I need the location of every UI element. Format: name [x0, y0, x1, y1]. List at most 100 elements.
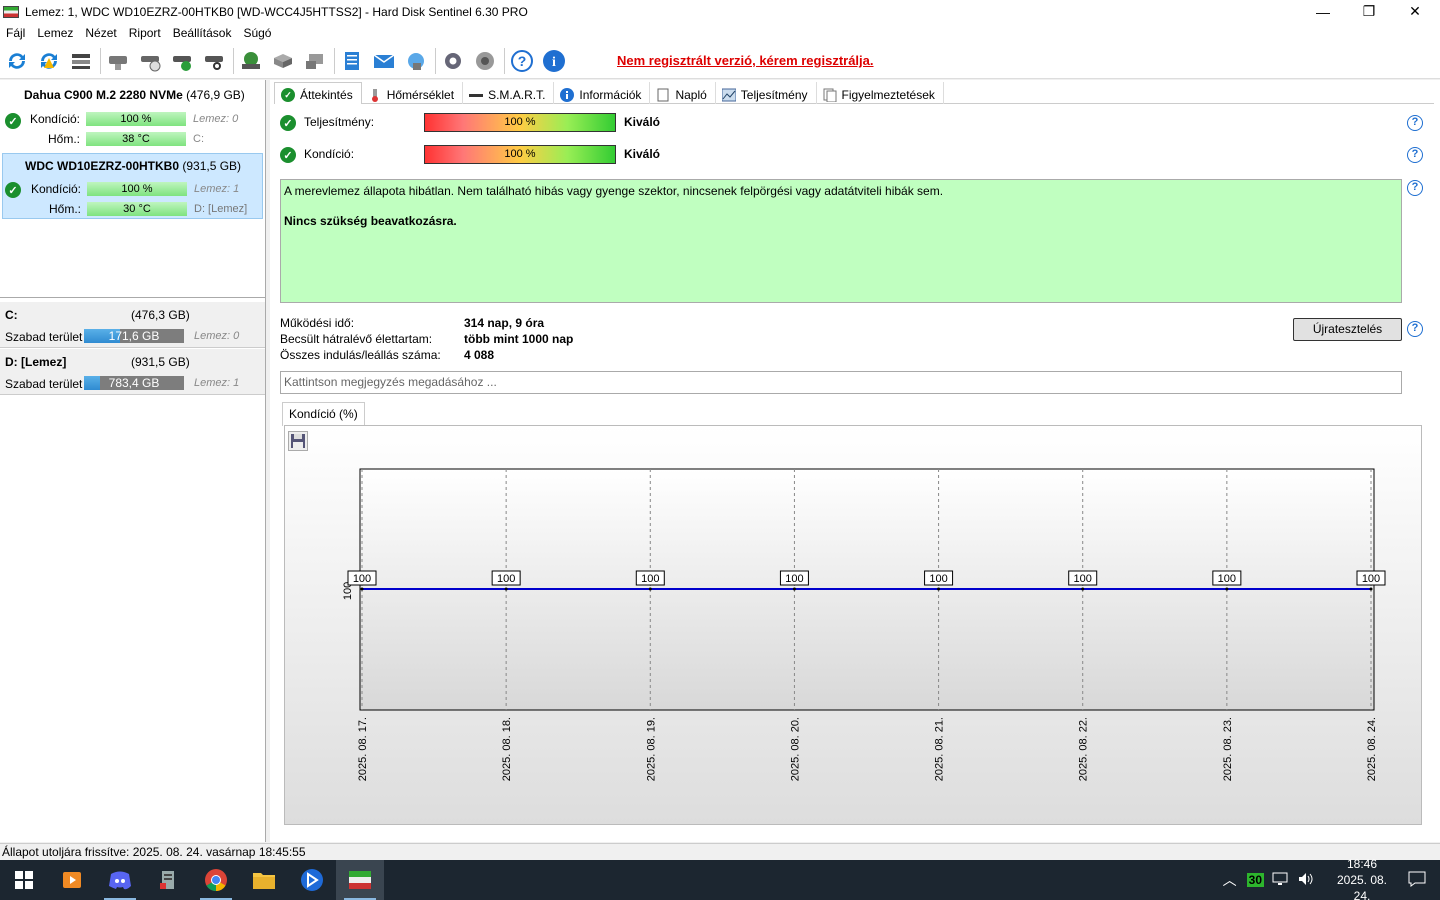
- thermometer-icon: [368, 88, 382, 102]
- mail-icon[interactable]: [371, 48, 397, 74]
- toolbar: ? i Nem regisztrált verzió, kérem regisz…: [0, 43, 1440, 79]
- tray-badge[interactable]: 30: [1246, 873, 1264, 887]
- close-button[interactable]: ✕: [1392, 0, 1438, 23]
- free-space-value: 783,4 GB: [108, 376, 160, 390]
- uptime-label: Működési idő:: [280, 316, 355, 330]
- volume-size: (476,3 GB): [131, 308, 190, 322]
- document-icon: [656, 88, 670, 102]
- disk-list-icon[interactable]: [68, 48, 94, 74]
- menu-settings[interactable]: Beállítások: [167, 26, 238, 40]
- help-icon[interactable]: ?: [509, 48, 535, 74]
- volume-size: (931,5 GB): [131, 355, 190, 369]
- unregistered-link[interactable]: Nem regisztrált verzió, kérem regisztrál…: [617, 53, 874, 68]
- temp-bar: 38 °C: [86, 132, 186, 146]
- report-icon[interactable]: [339, 48, 365, 74]
- info-icon[interactable]: i: [541, 48, 567, 74]
- web-report-icon[interactable]: [403, 48, 429, 74]
- help-icon[interactable]: ?: [1407, 180, 1423, 196]
- save-icon[interactable]: [288, 431, 308, 451]
- data-label: 100: [929, 573, 947, 585]
- menu-view[interactable]: Nézet: [79, 26, 122, 40]
- chevron-up-icon[interactable]: ︿: [1223, 870, 1237, 890]
- data-point: [360, 587, 364, 591]
- tab-performance[interactable]: Teljesítmény: [716, 82, 817, 104]
- note-input[interactable]: Kattintson megjegyzés megadásához ...: [280, 371, 1402, 394]
- refresh-icon[interactable]: [4, 48, 30, 74]
- free-space-label: Szabad terület: [5, 330, 83, 344]
- system-tray: ︿ 30 18:46 2025. 08. 24.: [1223, 857, 1440, 900]
- title-bar: Lemez: 1, WDC WD10EZRZ-00HTKB0 [WD-WCC4J…: [0, 0, 1440, 23]
- health-bar: 100 %: [424, 145, 616, 164]
- data-point: [1369, 587, 1373, 591]
- main-panel: ✓ Áttekintés Hőmérséklet S.M.A.R.T. Infor…: [270, 80, 1440, 842]
- status-bar: Állapot utoljára frissítve: 2025. 08. 24…: [0, 843, 1440, 860]
- x-tick-label: 2025. 08. 19.: [645, 717, 657, 781]
- discord-icon[interactable]: [96, 860, 144, 900]
- app-icon: [3, 5, 19, 18]
- drive-search-icon[interactable]: [201, 48, 227, 74]
- drive-clock-icon[interactable]: [137, 48, 163, 74]
- tab-alerts[interactable]: Figyelmeztetések: [817, 82, 944, 104]
- file-explorer-icon[interactable]: [240, 860, 288, 900]
- maximize-button[interactable]: ❐: [1346, 0, 1392, 23]
- free-space-bar: 783,4 GB: [84, 376, 184, 390]
- disk-item-1[interactable]: WDC WD10EZRZ-00HTKB0 (931,5 GB) ✓ Kondíc…: [2, 153, 263, 219]
- help-icon[interactable]: ?: [1407, 147, 1423, 163]
- chrome-icon[interactable]: [192, 860, 240, 900]
- menu-file[interactable]: Fájl: [0, 26, 31, 40]
- menu-report[interactable]: Riport: [123, 26, 167, 40]
- tab-label: Napló: [675, 87, 707, 102]
- app-icon-blue[interactable]: [288, 860, 336, 900]
- tab-temperature[interactable]: Hőmérséklet: [362, 82, 464, 104]
- left-panel: Dahua C900 M.2 2280 NVMe (476,9 GB) ✓ Ko…: [0, 80, 266, 842]
- svg-text:i: i: [552, 55, 556, 70]
- drive-check-icon[interactable]: [169, 48, 195, 74]
- performance-bar: 100 %: [424, 113, 616, 132]
- notification-icon[interactable]: [1408, 871, 1426, 890]
- menu-help[interactable]: Súgó: [237, 26, 277, 40]
- tab-overview[interactable]: ✓ Áttekintés: [274, 82, 362, 104]
- drive-icon[interactable]: [105, 48, 131, 74]
- tab-label: Figyelmeztetések: [841, 87, 935, 102]
- health-rating: Kiváló: [624, 147, 661, 161]
- clock[interactable]: 18:46 2025. 08. 24.: [1328, 856, 1396, 900]
- disk-item-0[interactable]: Dahua C900 M.2 2280 NVMe (476,9 GB) ✓ Ko…: [2, 83, 263, 149]
- data-point: [1081, 587, 1085, 591]
- gear-icon[interactable]: [440, 48, 466, 74]
- refresh-warning-icon[interactable]: [36, 48, 62, 74]
- media-player-icon[interactable]: [48, 860, 96, 900]
- toolbar-separator: [435, 47, 436, 74]
- globe-drive-icon[interactable]: [238, 48, 264, 74]
- data-label: 100: [785, 573, 803, 585]
- chart-tab-condition[interactable]: Kondíció (%): [282, 402, 365, 426]
- volume-icon[interactable]: [1298, 872, 1314, 889]
- server-app-icon[interactable]: [144, 860, 192, 900]
- alerts-icon: [823, 88, 837, 102]
- data-label: 100: [641, 573, 659, 585]
- chart-icon: [721, 88, 737, 102]
- retest-button[interactable]: Újratesztelés: [1293, 318, 1402, 341]
- temp-bar: 30 °C: [87, 202, 187, 216]
- server-icon[interactable]: [270, 48, 296, 74]
- volume-item-1[interactable]: D: [Lemez] (931,5 GB) Szabad terület 783…: [0, 349, 265, 395]
- data-point: [1225, 587, 1229, 591]
- minimize-button[interactable]: —: [1300, 0, 1346, 23]
- tab-information[interactable]: Információk: [554, 82, 651, 104]
- disk-name: WDC WD10EZRZ-00HTKB0: [25, 159, 180, 173]
- menu-disk[interactable]: Lemez: [31, 26, 79, 40]
- help-icon[interactable]: ?: [1407, 115, 1423, 131]
- menu-bar: Fájl Lemez Nézet Riport Beállítások Súgó: [0, 23, 1440, 43]
- hard-disk-sentinel-taskbar[interactable]: [336, 860, 384, 900]
- disk-list: Dahua C900 M.2 2280 NVMe (476,9 GB) ✓ Ko…: [0, 80, 265, 298]
- network-icon[interactable]: [1272, 872, 1288, 889]
- volume-item-0[interactable]: C: (476,3 GB) Szabad terület 171,6 GB Le…: [0, 302, 265, 348]
- start-button[interactable]: [0, 860, 48, 900]
- tab-log[interactable]: Napló: [650, 82, 716, 104]
- tab-smart[interactable]: S.M.A.R.T.: [463, 82, 555, 104]
- performance-rating: Kiváló: [624, 115, 661, 129]
- network-drive-icon[interactable]: [302, 48, 328, 74]
- data-label: 100: [1362, 573, 1380, 585]
- speaker-icon[interactable]: [472, 48, 498, 74]
- disk-name: Dahua C900 M.2 2280 NVMe: [24, 88, 183, 102]
- help-icon[interactable]: ?: [1407, 321, 1423, 337]
